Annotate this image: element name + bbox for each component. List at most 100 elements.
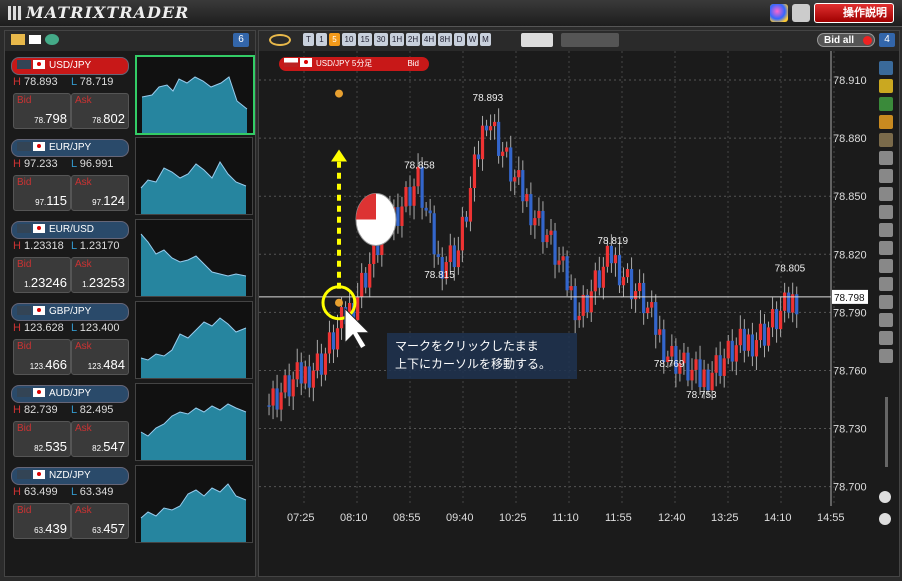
pair-sparkline[interactable] [135, 137, 253, 215]
bid-button[interactable]: Bid 97.115 [13, 175, 71, 211]
ask-button[interactable]: Ask 1.23253 [71, 257, 129, 293]
line-chart-toggle-icon[interactable] [521, 33, 553, 47]
zoom-out-icon[interactable] [879, 491, 891, 503]
cursor-tool-icon[interactable] [879, 151, 893, 165]
palette-icon[interactable] [770, 4, 788, 22]
pen-tool-icon[interactable] [879, 61, 893, 75]
ask-button[interactable]: Ask 63.457 [71, 503, 129, 539]
bid-all-toggle[interactable]: Bid all [817, 33, 875, 47]
jp-flag-icon [29, 35, 41, 44]
base-flag-icon [17, 224, 31, 233]
channel-tool-icon[interactable] [879, 241, 893, 255]
pair-rates: EUR/USD H 1.23318 L 1.23170 Bid 1.23246 … [9, 219, 129, 297]
candle-body [573, 286, 577, 321]
multi-line-tool-icon[interactable] [879, 277, 893, 291]
pair-sparkline[interactable] [135, 465, 253, 543]
timeframe-d[interactable]: D [454, 33, 465, 46]
candlestick-chart[interactable]: 78.910 78.880 78.850 78.820 78.790 78.760 78.7… [259, 51, 871, 531]
timeframe-m[interactable]: M [480, 33, 491, 46]
candle-body [601, 266, 605, 288]
pair-name-badge[interactable]: EUR/USD [11, 221, 129, 239]
chart-type-dropdown[interactable] [561, 33, 619, 47]
candle-body [698, 359, 702, 388]
brush-tool-icon[interactable] [879, 313, 893, 327]
ask-button[interactable]: Ask 123.484 [71, 339, 129, 375]
timeframe-8h[interactable]: 8H [438, 33, 452, 46]
pair-name-badge[interactable]: AUD/JPY [11, 385, 129, 403]
vertical-line-tool-icon[interactable] [879, 223, 893, 237]
candle-body [670, 345, 674, 357]
timeframe-4h[interactable]: 4H [422, 33, 436, 46]
bid-button[interactable]: Bid 1.23246 [13, 257, 71, 293]
pair-card-nzd-jpy[interactable]: NZD/JPY H 63.499 L 63.349 Bid 63.439 Ask… [9, 465, 253, 543]
candle-body [267, 405, 271, 407]
candle-body [734, 345, 738, 362]
ask-button[interactable]: Ask 82.547 [71, 421, 129, 457]
timeframe-w[interactable]: W [467, 33, 478, 46]
trend-line-tool-icon[interactable] [879, 187, 893, 201]
pair-card-eur-jpy[interactable]: EUR/JPY H 97.233 L 96.991 Bid 97.115 Ask… [9, 137, 253, 215]
y-tick-label: 78.850 [833, 191, 867, 203]
sidebar-tool-icon[interactable] [879, 349, 893, 363]
candle-body [730, 340, 734, 362]
settings-tool-icon[interactable] [879, 133, 893, 147]
candle-body [581, 294, 585, 316]
horizontal-line-tool-icon[interactable] [879, 205, 893, 219]
pair-high: H 1.23318 [13, 240, 64, 252]
candle-body [452, 245, 456, 268]
candle-body [279, 392, 283, 410]
pair-card-eur-usd[interactable]: EUR/USD H 1.23318 L 1.23170 Bid 1.23246 … [9, 219, 253, 297]
bid-button[interactable]: Bid 123.466 [13, 339, 71, 375]
bid-button[interactable]: Bid 78.798 [13, 93, 71, 129]
timeframe-15[interactable]: 15 [358, 33, 372, 46]
pair-sparkline[interactable] [135, 383, 253, 461]
pencil-tool-icon[interactable] [879, 169, 893, 183]
pair-card-gbp-jpy[interactable]: GBP/JPY H 123.628 L 123.400 Bid 123.466 … [9, 301, 253, 379]
bid-button[interactable]: Bid 63.439 [13, 503, 71, 539]
timeframe-1[interactable]: 1 [316, 33, 327, 46]
pair-name-badge[interactable]: GBP/JPY [11, 303, 129, 321]
candle-body [597, 270, 601, 288]
print-icon[interactable] [792, 4, 810, 22]
pair-sparkline[interactable] [135, 55, 255, 135]
eraser-tool-icon[interactable] [879, 295, 893, 309]
image-tool-icon[interactable] [879, 97, 893, 111]
bid-button[interactable]: Bid 82.535 [13, 421, 71, 457]
pair-name-badge[interactable]: USD/JPY [11, 57, 129, 75]
globe-icon[interactable] [45, 34, 59, 45]
pair-low: L 96.991 [71, 158, 114, 170]
pair-card-aud-jpy[interactable]: AUD/JPY H 82.739 L 82.495 Bid 82.535 Ask… [9, 383, 253, 461]
candle-body [360, 272, 364, 297]
ask-button[interactable]: Ask 97.124 [71, 175, 129, 211]
zoom-in-icon[interactable] [879, 513, 891, 525]
candle-body [335, 328, 340, 350]
pair-name-badge[interactable]: EUR/JPY [11, 139, 129, 157]
candle-body [448, 245, 452, 263]
pair-sparkline[interactable] [135, 219, 253, 297]
alert-tool-icon[interactable] [879, 115, 893, 129]
fibonacci-tool-icon[interactable] [879, 79, 893, 93]
candle-body [694, 359, 698, 370]
ask-button[interactable]: Ask 78.802 [71, 93, 129, 129]
quote-flag-icon [33, 60, 45, 69]
pair-name-badge[interactable]: NZD/JPY [11, 467, 129, 485]
folder-icon[interactable] [11, 34, 25, 45]
price-annotation: 78.858 [404, 161, 435, 172]
x-tick-label: 12:40 [658, 512, 686, 524]
lines-tool-icon[interactable] [879, 259, 893, 273]
base-flag-icon [17, 306, 31, 315]
timeframe-t[interactable]: T [303, 33, 314, 46]
help-button[interactable]: 操作説明 [814, 3, 894, 23]
pair-low: L 78.719 [71, 76, 114, 88]
timeframe-30[interactable]: 30 [374, 33, 388, 46]
pair-card-usd-jpy[interactable]: USD/JPY H 78.893 L 78.719 Bid 78.798 Ask… [9, 55, 255, 135]
timeframe-5[interactable]: 5 [329, 33, 340, 46]
timeframe-2h[interactable]: 2H [406, 33, 420, 46]
zoom-icon[interactable] [269, 34, 291, 46]
timeframe-1h[interactable]: 1H [390, 33, 404, 46]
trash-tool-icon[interactable] [879, 331, 893, 345]
zoom-slider[interactable] [885, 397, 888, 467]
pair-sparkline[interactable] [135, 301, 253, 379]
timeframe-10[interactable]: 10 [342, 33, 356, 46]
candle-body [315, 353, 319, 371]
